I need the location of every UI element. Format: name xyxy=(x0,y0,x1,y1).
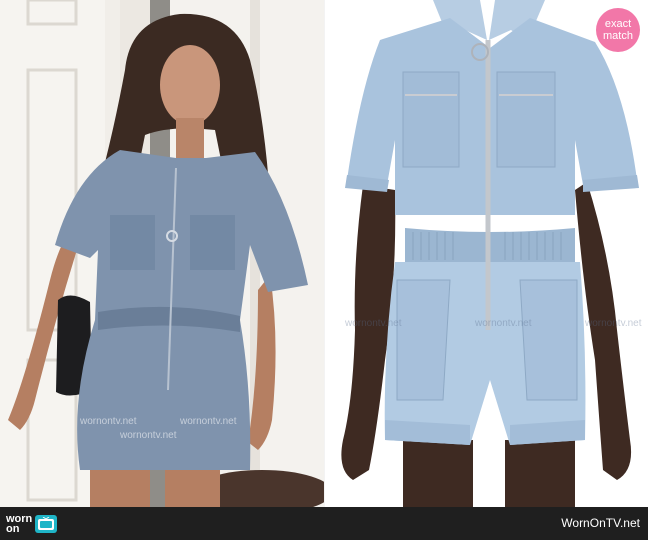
footer-bar: worn on WornOnTV.net xyxy=(0,507,648,540)
site-name[interactable]: WornOnTV.net xyxy=(561,516,640,530)
exact-match-badge: exact match xyxy=(596,8,640,52)
romper-product-illustration xyxy=(325,0,648,507)
outfit-comparison-page: wornontv.net wornontv.net wornontv.net w… xyxy=(0,0,648,540)
watermark-text: wornontv.net xyxy=(585,318,642,329)
wornontv-logo[interactable]: worn on xyxy=(6,513,58,535)
watermark-text: wornontv.net xyxy=(80,416,137,427)
watermark-text: wornontv.net xyxy=(180,416,237,427)
tv-icon xyxy=(35,515,58,533)
logo-text: worn on xyxy=(6,514,32,535)
badge-line-1: exact xyxy=(604,18,632,30)
badge-line-2: match xyxy=(603,30,633,42)
watermark-text: wornontv.net xyxy=(345,318,402,329)
watermark-text: wornontv.net xyxy=(475,318,532,329)
product-photo: wornontv.net wornontv.net wornontv.net xyxy=(325,0,648,507)
watermark-text: wornontv.net xyxy=(120,430,177,441)
tv-screenshot-photo: wornontv.net wornontv.net wornontv.net xyxy=(0,0,325,507)
logo-line-2: on xyxy=(6,523,20,535)
